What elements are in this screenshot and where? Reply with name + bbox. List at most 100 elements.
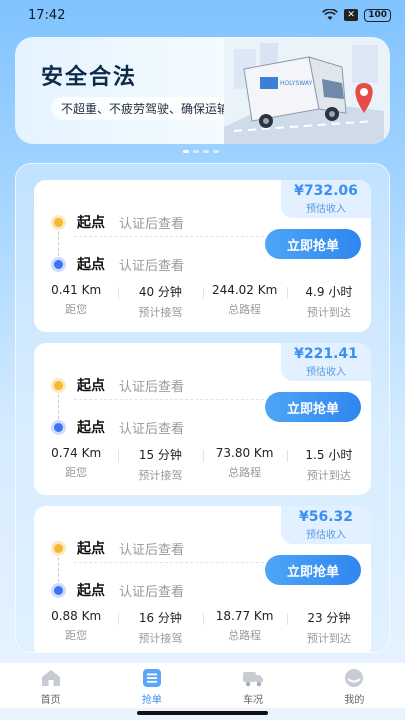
stat-label: 预计到达: [306, 632, 351, 645]
truck-brand-text: HOLYSWAY: [280, 80, 312, 87]
route-end: 起点 认证后查看: [54, 580, 184, 600]
stat-total-distance: 18.77 Km 总路程: [202, 609, 287, 646]
grab-order-button[interactable]: 立即抢单: [265, 555, 361, 585]
end-value: 认证后查看: [119, 258, 185, 274]
list-icon: [142, 669, 161, 687]
price-box: ¥221.41 预估收入: [281, 343, 371, 381]
route-end: 起点 认证后查看: [54, 417, 184, 437]
stat-label: 预计接驾: [138, 632, 183, 645]
price-label: 预估收入: [306, 367, 346, 378]
stat-pickup-time: 40 分钟 预计接驾: [118, 283, 202, 320]
tab-label: 车况: [243, 695, 264, 706]
stat-distance: 0.41 Km 距您: [34, 283, 118, 320]
stat-label: 距您: [65, 466, 88, 479]
order-stats: 0.41 Km 距您 40 分钟 预计接驾 244.02 Km 总路程 4.9 …: [34, 283, 371, 320]
status-icons: ✕ 100: [322, 8, 391, 22]
price-label: 预估收入: [306, 204, 346, 215]
price-box: ¥56.32 预估收入: [281, 506, 371, 544]
home-icon: [41, 670, 60, 686]
start-label: 起点: [77, 378, 105, 394]
end-label: 起点: [77, 420, 105, 436]
route-end: 起点 认证后查看: [54, 254, 184, 274]
status-time: 17:42: [28, 7, 66, 23]
stat-label: 距您: [65, 629, 88, 642]
stat-value: 15 分钟: [138, 448, 182, 462]
stat-value: 0.74 Km: [51, 446, 102, 460]
status-bar: 17:42 ✕ 100: [0, 0, 405, 30]
order-list[interactable]: 起点 认证后查看 起点 认证后查看 ¥732.06 预估收入 立即抢单 0.41…: [15, 163, 390, 653]
tab-label: 首页: [40, 695, 61, 706]
pagination-dot: [193, 150, 199, 153]
route-divider: [74, 562, 264, 563]
start-value: 认证后查看: [119, 542, 185, 558]
end-dot-icon: [54, 259, 63, 269]
price-box: ¥732.06 预估收入: [281, 180, 371, 218]
notification-badge-icon: ✕: [344, 9, 359, 21]
route-divider: [74, 399, 264, 400]
stat-value: 40 分钟: [138, 285, 182, 299]
stat-value: 244.02 Km: [211, 283, 278, 297]
start-value: 认证后查看: [119, 379, 185, 395]
estimated-price: ¥221.41: [294, 346, 358, 362]
tab-home[interactable]: 首页: [0, 663, 101, 708]
start-label: 起点: [77, 541, 105, 557]
stat-label: 预计接驾: [138, 469, 183, 482]
stat-arrival-time: 23 分钟 预计到达: [286, 609, 371, 646]
start-label: 起点: [77, 215, 105, 231]
pagination-dot: [213, 150, 219, 153]
grab-order-button[interactable]: 立即抢单: [265, 229, 361, 259]
end-label: 起点: [77, 257, 105, 273]
stat-value: 4.9 小时: [305, 285, 353, 299]
end-dot-icon: [54, 585, 63, 595]
start-dot-icon: [54, 380, 63, 390]
bottom-tab-bar: 首页 抢单 车况 我的: [0, 662, 405, 708]
estimated-price: ¥732.06: [294, 183, 358, 199]
tab-label: 我的: [344, 695, 365, 706]
stat-label: 距您: [65, 303, 88, 316]
route-start: 起点 认证后查看: [54, 375, 184, 395]
tab-label: 抢单: [141, 695, 162, 706]
stat-label: 总路程: [228, 303, 262, 316]
order-card: 起点 认证后查看 起点 认证后查看 ¥221.41 预估收入 立即抢单 0.74…: [34, 343, 371, 495]
estimated-price: ¥56.32: [298, 509, 354, 525]
banner-pagination: [183, 150, 219, 153]
stat-label: 预计到达: [306, 469, 351, 482]
home-indicator[interactable]: [137, 711, 268, 715]
stat-value: 0.88 Km: [51, 609, 102, 623]
start-dot-icon: [54, 217, 63, 227]
wifi-icon: [322, 9, 339, 20]
stat-total-distance: 244.02 Km 总路程: [202, 283, 287, 320]
truck-illustration: HOLYSWAY: [224, 39, 384, 144]
stat-distance: 0.74 Km 距您: [34, 446, 118, 483]
order-card: 起点 认证后查看 起点 认证后查看 ¥56.32 预估收入 立即抢单 0.88 …: [34, 506, 371, 652]
stat-value: 18.77 Km: [215, 609, 274, 623]
pagination-dot: [183, 150, 189, 153]
truck-icon: [243, 672, 264, 687]
promo-banner[interactable]: 安全合法 不超重、不疲劳驾驶、确保运输安全 HOLYSWAY: [15, 37, 390, 144]
stat-value: 1.5 小时: [305, 448, 353, 462]
stat-arrival-time: 4.9 小时 预计到达: [286, 283, 371, 320]
stat-label: 预计接驾: [138, 306, 183, 319]
tab-vehicle-status[interactable]: 车况: [203, 663, 304, 708]
stat-value: 0.41 Km: [51, 283, 102, 297]
battery-icon: 100: [364, 8, 391, 22]
order-card: 起点 认证后查看 起点 认证后查看 ¥732.06 预估收入 立即抢单 0.41…: [34, 180, 371, 332]
pagination-dot: [203, 150, 209, 153]
stat-label: 总路程: [228, 629, 262, 642]
end-label: 起点: [77, 583, 105, 599]
route-start: 起点 认证后查看: [54, 212, 184, 232]
price-label: 预估收入: [306, 530, 346, 541]
route-divider: [74, 236, 264, 237]
end-dot-icon: [54, 422, 63, 432]
grab-order-button[interactable]: 立即抢单: [265, 392, 361, 422]
stat-label: 总路程: [228, 466, 262, 479]
stat-arrival-time: 1.5 小时 预计到达: [286, 446, 371, 483]
stat-label: 预计到达: [306, 306, 351, 319]
tab-profile[interactable]: 我的: [304, 663, 405, 708]
stat-value: 16 分钟: [138, 611, 182, 625]
tab-grab-orders[interactable]: 抢单: [101, 663, 202, 708]
stat-distance: 0.88 Km 距您: [34, 609, 118, 646]
end-value: 认证后查看: [119, 584, 185, 600]
banner-title: 安全合法: [41, 65, 138, 90]
stat-pickup-time: 15 分钟 预计接驾: [118, 446, 202, 483]
